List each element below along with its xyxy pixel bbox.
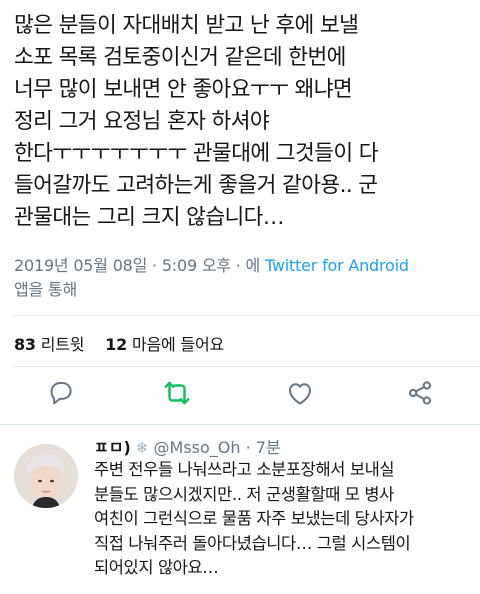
share-button[interactable] [405, 378, 435, 408]
reply-author-name[interactable]: ㅍㅁ) [94, 438, 131, 457]
reply-text-line: 분들도 많으시겠지만.. 저 군생활할때 모 병사 [94, 484, 394, 504]
reply-text: 주변 전우들 나눠쓰라고 소분포장해서 보내실 분들도 많으시겠지만.. 저 군… [94, 458, 474, 581]
tweet-meta: 2019년 05월 08일 · 5:09 오후 · 에 Twitter for … [14, 254, 469, 302]
reply-text-line: 주변 전우들 나눠쓰라고 소분포장해서 보내실 [94, 460, 395, 479]
reply-icon [50, 382, 72, 405]
reply-header: ㅍㅁ) ❄ @Msso_Oh · 7분 [94, 436, 281, 460]
reply-handle[interactable]: @Msso_Oh [154, 438, 241, 457]
reply-time: 7분 [255, 438, 281, 457]
divider [0, 424, 480, 425]
source-suffix: 앱을 통해 [14, 280, 77, 299]
heart-icon [289, 383, 311, 405]
tweet-timestamp[interactable]: 2019년 05월 08일 · 5:09 오후 · 에 [14, 256, 265, 275]
reply-tweet[interactable]: ㅍㅁ) ❄ @Msso_Oh · 7분 주변 전우들 나눠쓰라고 소분포장해서 … [0, 436, 480, 594]
tweet-text-line: 많은 분들이 자대배치 받고 난 후에 보낼 [14, 13, 359, 38]
retweet-button[interactable] [162, 378, 192, 408]
tweet-text-line: 너무 많이 보내면 안 좋아요ㅜㅜ 왜냐면 [14, 77, 353, 102]
retweet-count[interactable]: 83 [14, 335, 36, 354]
snowflake-icon: ❄ [135, 439, 149, 457]
avatar-photo [14, 444, 78, 508]
reply-text-line: 직접 나눠주러 돌아다녔습니다… 그럴 시스템이 [94, 533, 411, 553]
reply-button[interactable] [46, 378, 76, 408]
tweet-text-line: 소포 목록 검토중이신거 같은데 한번에 [14, 45, 346, 70]
tweet-text-line: 들어갈까도 고려하는게 좋을거 같아용.. 군 [14, 173, 378, 198]
avatar[interactable] [14, 444, 78, 508]
tweet-stats: 83 리트윗 12 마음에 들어요 [14, 331, 240, 355]
like-label[interactable]: 마음에 들어요 [132, 335, 224, 354]
separator-dot: · [240, 438, 256, 457]
tweet-text-line: 관물대는 그리 크지 않습니다… [14, 205, 284, 230]
reply-text-line: 여친이 그런식으로 물품 자주 보냈는데 당사자가 [94, 509, 414, 528]
like-count[interactable]: 12 [105, 335, 127, 354]
divider [14, 315, 480, 316]
like-button[interactable] [285, 378, 315, 408]
tweet-text-line: 한다ㅜㅜㅜㅜㅜㅜㅜ 관물대에 그것들이 다 [14, 141, 379, 166]
retweet-icon [164, 381, 190, 405]
retweet-label[interactable]: 리트윗 [41, 335, 85, 354]
action-bar [0, 378, 480, 414]
tweet-text: 많은 분들이 자대배치 받고 난 후에 보낼 소포 목록 검토중이신거 같은데 … [14, 10, 469, 234]
share-icon [409, 381, 431, 405]
source-link[interactable]: Twitter for Android [265, 256, 409, 275]
reply-text-line: 되어있지 않아요… [94, 558, 219, 577]
divider [14, 366, 480, 367]
tweet-text-line: 정리 그거 요정님 혼자 하셔야 [14, 109, 270, 134]
